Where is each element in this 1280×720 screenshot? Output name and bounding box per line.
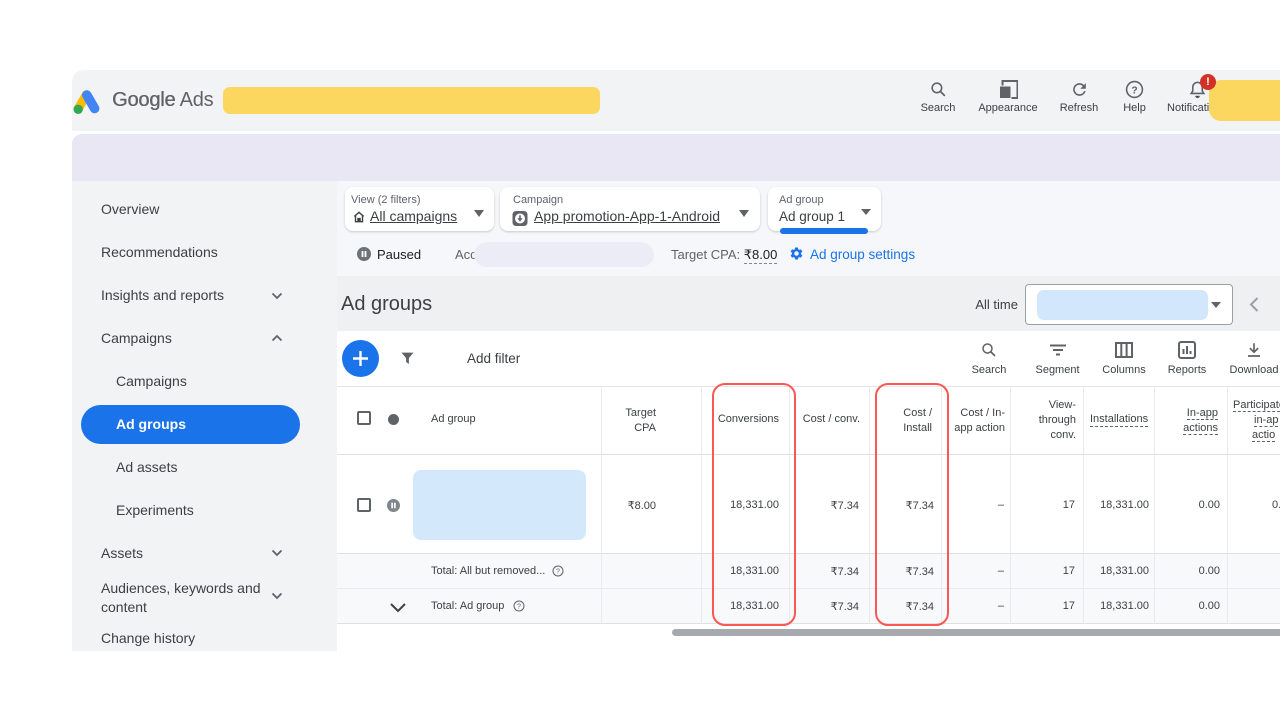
svg-text:?: ? — [1131, 85, 1137, 96]
svg-text:?: ? — [517, 604, 521, 611]
svg-text:?: ? — [556, 569, 560, 576]
